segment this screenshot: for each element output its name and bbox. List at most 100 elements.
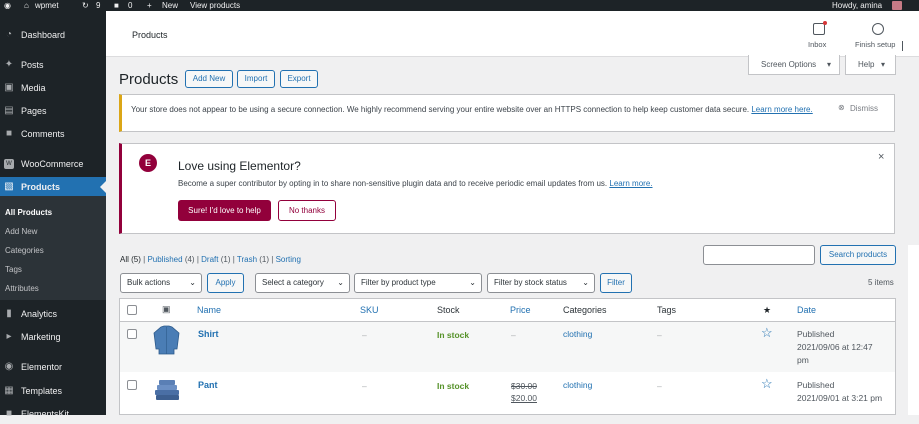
select-all-checkbox[interactable] xyxy=(127,305,137,315)
date-status: Published xyxy=(797,380,835,390)
product-thumbnail[interactable] xyxy=(153,325,180,355)
submenu-attributes[interactable]: Attributes xyxy=(5,284,39,293)
notice-text: Your store does not appear to be using a… xyxy=(131,104,829,116)
sidebar-item-marketing[interactable]: ▸ Marketing xyxy=(0,327,106,347)
date-value-cont: pm xyxy=(797,355,809,365)
product-name-link[interactable]: Shirt xyxy=(198,329,219,339)
status-label: Published xyxy=(147,255,183,264)
price-value: – xyxy=(511,330,516,340)
add-new-button[interactable]: Add New xyxy=(185,70,233,88)
scrollbar[interactable] xyxy=(908,245,919,415)
status-all[interactable]: All (5) xyxy=(120,255,141,264)
dismiss-link[interactable]: Dismiss xyxy=(850,104,878,113)
sidebar-item-dashboard[interactable]: ◔ Dashboard xyxy=(0,25,106,45)
updates-icon[interactable]: ↻ xyxy=(82,0,89,11)
sidebar-item-elementskit[interactable]: ■ ElementsKit xyxy=(0,404,106,424)
category-link[interactable]: clothing xyxy=(563,380,592,390)
status-published[interactable]: Published xyxy=(147,255,182,264)
product-type-select[interactable]: Filter by product type ⌄ xyxy=(354,273,482,293)
search-products-button[interactable]: Search products xyxy=(820,245,896,265)
sidebar-item-media[interactable]: ▣ Media xyxy=(0,78,106,98)
sidebar-item-analytics[interactable]: ▮ Analytics xyxy=(0,304,106,324)
submenu-categories[interactable]: Categories xyxy=(5,246,44,255)
plus-icon: + xyxy=(147,1,152,10)
new-content-link[interactable]: New xyxy=(162,0,178,11)
sidebar-item-comments[interactable]: ■ Comments xyxy=(0,124,106,144)
view-products-link[interactable]: View products xyxy=(190,0,240,11)
sidebar-item-woocommerce[interactable]: W WooCommerce xyxy=(0,154,106,174)
site-name-link[interactable]: wpmet xyxy=(35,0,59,11)
header-title: Products xyxy=(132,30,168,40)
howdy-user-link[interactable]: Howdy, amina xyxy=(832,0,882,11)
column-date[interactable]: Date xyxy=(797,305,816,315)
progress-circle-icon[interactable] xyxy=(872,23,884,35)
sku-value: – xyxy=(362,330,367,340)
elementor-icon: ◉ xyxy=(4,361,14,372)
category-link[interactable]: clothing xyxy=(563,329,592,339)
status-count: (1) xyxy=(220,255,231,264)
product-name-link[interactable]: Pant xyxy=(198,380,218,390)
sidebar-item-label: Products xyxy=(21,182,61,192)
status-trash[interactable]: Trash xyxy=(237,255,257,264)
column-sku[interactable]: SKU xyxy=(360,305,379,315)
row-checkbox[interactable] xyxy=(127,329,137,339)
accept-button[interactable]: Sure! I'd love to help xyxy=(178,200,271,221)
status-draft[interactable]: Draft xyxy=(201,255,218,264)
star-icon[interactable]: ★ xyxy=(763,305,771,316)
chevron-down-icon: ⌄ xyxy=(189,278,196,287)
finish-setup-label[interactable]: Finish setup xyxy=(855,40,895,49)
column-tags: Tags xyxy=(657,305,677,315)
status-sorting[interactable]: Sorting xyxy=(276,255,301,264)
export-button[interactable]: Export xyxy=(280,70,318,88)
folder-icon: ▦ xyxy=(4,385,14,396)
close-icon[interactable]: × xyxy=(878,151,884,163)
filter-button[interactable]: Filter xyxy=(600,273,632,293)
sidebar-item-products[interactable]: ▧ Products xyxy=(0,177,106,197)
status-filter-links: All (5) | Published (4) | Draft (1) | Tr… xyxy=(120,255,301,264)
featured-star-icon[interactable]: ☆ xyxy=(761,325,773,341)
avatar[interactable] xyxy=(892,1,902,10)
row-checkbox[interactable] xyxy=(127,380,137,390)
sidebar-item-elementor[interactable]: ◉ Elementor xyxy=(0,357,106,377)
submenu-all-products[interactable]: All Products xyxy=(5,208,52,217)
status-count: (4) xyxy=(184,255,195,264)
category-select[interactable]: Select a category ⌄ xyxy=(255,273,350,293)
submenu-add-new[interactable]: Add New xyxy=(5,227,37,236)
comments-icon[interactable]: ■ xyxy=(114,0,119,11)
help-tab[interactable]: Help ▾ xyxy=(845,55,896,75)
tags-value: – xyxy=(657,381,662,391)
submenu-tags[interactable]: Tags xyxy=(5,265,22,274)
products-submenu: All Products Add New Categories Tags Att… xyxy=(0,196,106,300)
stock-status-select[interactable]: Filter by stock status ⌄ xyxy=(487,273,595,293)
sidebar-item-posts[interactable]: ✦ Posts xyxy=(0,55,106,75)
search-input[interactable] xyxy=(703,245,815,265)
megaphone-icon: ▸ xyxy=(6,331,12,342)
learn-more-link[interactable]: Learn more. xyxy=(609,179,652,188)
learn-more-link[interactable]: Learn more here. xyxy=(751,105,812,114)
column-price[interactable]: Price xyxy=(510,305,531,315)
decline-button[interactable]: No thanks xyxy=(278,200,336,221)
apply-button[interactable]: Apply xyxy=(207,273,244,293)
elementor-logo-icon: E xyxy=(139,154,157,172)
updates-count: 9 xyxy=(96,1,101,10)
wordpress-logo-icon[interactable]: ◉ xyxy=(4,0,11,11)
import-button[interactable]: Import xyxy=(237,70,275,88)
inbox-label[interactable]: Inbox xyxy=(808,40,826,49)
woocommerce-header: Products Inbox Finish setup xyxy=(106,11,919,57)
featured-star-icon[interactable]: ☆ xyxy=(761,376,773,392)
column-stock: Stock xyxy=(437,305,460,315)
sidebar-item-templates[interactable]: ▦ Templates xyxy=(0,381,106,401)
help-label: Help xyxy=(858,60,875,69)
pages-icon: ▤ xyxy=(4,105,14,116)
comment-icon: ■ xyxy=(5,128,13,139)
product-thumbnail[interactable] xyxy=(153,376,181,404)
bulk-actions-select[interactable]: Bulk actions ⌄ xyxy=(120,273,202,293)
bar-chart-icon: ▮ xyxy=(6,308,12,319)
screen-options-tab[interactable]: Screen Options ▾ xyxy=(748,55,840,75)
status-label: All xyxy=(120,255,129,264)
sidebar-item-pages[interactable]: ▤ Pages xyxy=(0,101,106,121)
elementor-notice: E Love using Elementor? Become a super c… xyxy=(119,143,895,234)
close-circle-icon[interactable]: ⊗ xyxy=(838,103,845,112)
status-count: (1) xyxy=(259,255,270,264)
column-name[interactable]: Name xyxy=(197,305,221,315)
